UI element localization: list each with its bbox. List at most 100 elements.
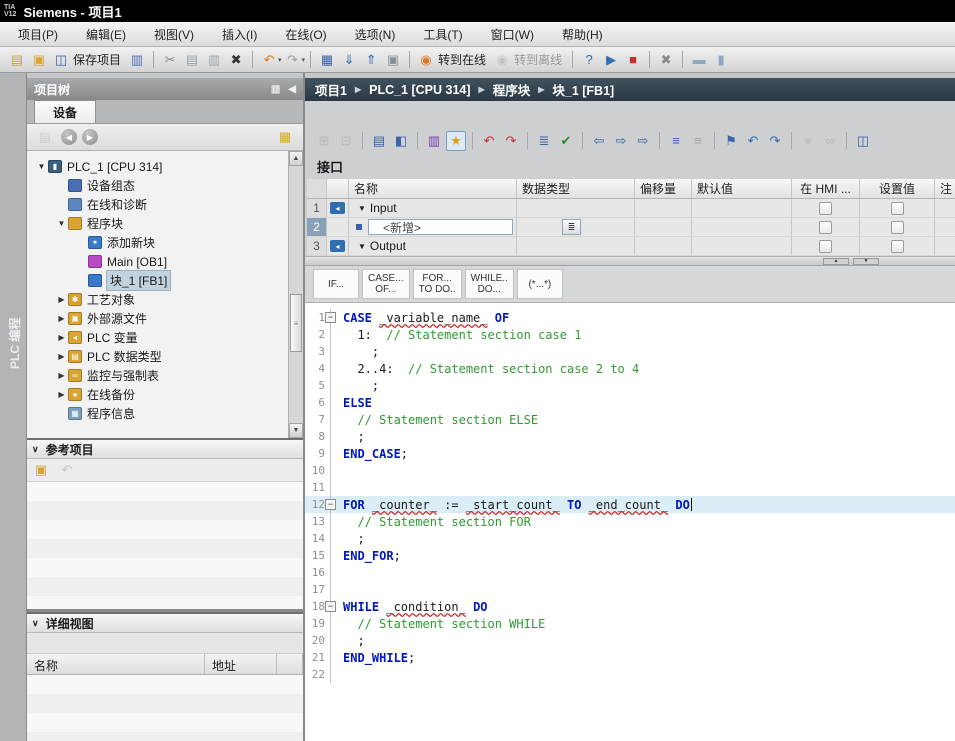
table-code-splitter[interactable]: ▲ ▼ [305, 256, 955, 266]
comment-cell[interactable] [935, 237, 955, 255]
snippet-while-button[interactable]: WHILE..DO... [465, 269, 514, 299]
delete-icon[interactable]: ✖ [226, 50, 246, 70]
tree-item[interactable]: ▦程序信息 [27, 404, 288, 423]
code-line[interactable]: 3 ; [305, 343, 955, 360]
tree-item[interactable]: ▶∞监控与强制表 [27, 366, 288, 385]
datatype-cell[interactable] [517, 237, 635, 255]
tree-item[interactable]: ✶添加新块 [27, 233, 288, 252]
code-line-body[interactable]: ; [331, 343, 955, 360]
menu-item-5[interactable]: 选项(N) [341, 22, 410, 47]
start-cpu-icon[interactable]: ▶ [601, 50, 621, 70]
code-line[interactable]: 4 2..4: // Statement section case 2 to 4 [305, 360, 955, 377]
new-project-icon[interactable]: ▤ [7, 50, 27, 70]
save-project-label[interactable]: 保存项目 [73, 51, 121, 68]
open-reference-project-icon[interactable]: ▣ [31, 460, 51, 480]
outdent-icon[interactable]: ⇦ [589, 131, 609, 151]
hmi-visible-checkbox[interactable] [819, 221, 832, 234]
save-project-icon[interactable]: ◫ [51, 50, 71, 70]
code-line-body[interactable] [331, 666, 955, 683]
expander-closed-icon[interactable]: ▶ [55, 371, 68, 380]
code-line-body[interactable]: END_CASE; [331, 445, 955, 462]
comment-off-icon[interactable]: ≡ [688, 131, 708, 151]
accessible-devices-icon[interactable]: ? [579, 50, 599, 70]
code-line-body[interactable]: ; [331, 377, 955, 394]
code-line-body[interactable]: // Statement section FOR [331, 513, 955, 530]
print-icon[interactable]: ▥ [127, 50, 147, 70]
tree-item[interactable]: ▼▮PLC_1 [CPU 314] [27, 157, 288, 176]
symbolic-representation-icon[interactable]: ▥ [424, 131, 444, 151]
fold-collapse-icon[interactable]: − [325, 312, 336, 323]
open-all-blocks-icon[interactable]: ▤ [369, 131, 389, 151]
start-runtime-icon[interactable]: ▣ [383, 50, 403, 70]
refresh-reference-icon[interactable]: ↶ [57, 460, 77, 480]
menu-item-3[interactable]: 插入(I) [208, 22, 271, 47]
fold-collapse-icon[interactable]: − [325, 601, 336, 612]
details-view-header[interactable]: ∨ 详细视图 [27, 612, 303, 633]
tree-item[interactable]: ▶●在线备份 [27, 385, 288, 404]
tree-item[interactable]: ▶◂PLC 变量 [27, 328, 288, 347]
interface-row[interactable]: 1◂▼Input [307, 199, 955, 218]
code-line[interactable]: 21END_WHILE; [305, 649, 955, 666]
menu-item-8[interactable]: 帮助(H) [548, 22, 617, 47]
setpoint-checkbox[interactable] [891, 202, 904, 215]
breadcrumb-item-2[interactable]: 程序块 [493, 80, 531, 99]
expander-closed-icon[interactable]: ▶ [55, 314, 68, 323]
menu-item-1[interactable]: 编辑(E) [72, 22, 140, 47]
code-line-body[interactable]: ; [331, 428, 955, 445]
details-column-address[interactable]: 地址 [205, 654, 277, 674]
download-to-device-icon[interactable]: ⇓ [339, 50, 359, 70]
header-cell-4[interactable]: 在 HMI ... [792, 179, 860, 198]
code-line-body[interactable]: ELSE [331, 394, 955, 411]
code-line-body[interactable]: −CASE _variable_name_ OF [331, 309, 955, 326]
go-online-icon[interactable]: ◉ [416, 50, 436, 70]
expander-closed-icon[interactable]: ▶ [55, 390, 68, 399]
split-editor-vertical-icon[interactable]: ▮ [711, 50, 731, 70]
header-cell-1[interactable]: 数据类型 [517, 179, 635, 198]
comment-cell[interactable] [935, 218, 955, 236]
code-line-body[interactable]: // Statement section ELSE [331, 411, 955, 428]
code-line[interactable]: 7 // Statement section ELSE [305, 411, 955, 428]
expander-closed-icon[interactable]: ▶ [55, 333, 68, 342]
code-line-body[interactable]: −WHILE _condition_ DO [331, 598, 955, 615]
cut-icon[interactable]: ✂ [160, 50, 180, 70]
scroll-down-button[interactable]: ▼ [289, 423, 303, 438]
hardware-network-icon[interactable]: ▦ [317, 50, 337, 70]
hmi-visible-checkbox[interactable] [819, 240, 832, 253]
code-line[interactable]: 2 1: // Statement section case 1 [305, 326, 955, 343]
code-line[interactable]: 1−CASE _variable_name_ OF [305, 309, 955, 326]
cross-references-icon[interactable]: ✖ [656, 50, 676, 70]
tree-item[interactable]: 在线和诊断 [27, 195, 288, 214]
sort-table-icon[interactable]: ▦ [275, 127, 295, 147]
code-line[interactable]: 11 [305, 479, 955, 496]
go-online-label[interactable]: 转到在线 [438, 51, 486, 68]
tree-scrollbar[interactable]: ▲ ≡ ▼ [288, 151, 303, 438]
interface-row[interactable]: 2<新增>≣ [307, 218, 955, 237]
insert-network-icon[interactable]: ⊞ [314, 131, 334, 151]
code-line[interactable]: 6ELSE [305, 394, 955, 411]
expander-closed-icon[interactable]: ▶ [55, 295, 68, 304]
tree-item[interactable]: ▶▤PLC 数据类型 [27, 347, 288, 366]
split-editor-horizontal-icon[interactable]: ▬ [689, 50, 709, 70]
know-how-protection-icon[interactable]: ● [798, 131, 818, 151]
absolute-relative-operands-icon[interactable]: ◧ [391, 131, 411, 151]
code-line[interactable]: 22 [305, 666, 955, 683]
tree-item[interactable]: Main [OB1] [27, 252, 288, 271]
snippet-for-button[interactable]: FOR...TO DO.. [413, 269, 462, 299]
offset-cell[interactable] [635, 237, 692, 255]
default-value-cell[interactable] [692, 199, 792, 217]
navigate-forward-icon[interactable]: ▶ [82, 129, 98, 145]
menu-item-2[interactable]: 视图(V) [140, 22, 208, 47]
fold-collapse-icon[interactable]: − [325, 499, 336, 510]
new-item-icon[interactable]: ▤ [35, 127, 55, 147]
code-line-body[interactable] [331, 564, 955, 581]
snippet-if-button[interactable]: IF... [313, 269, 359, 299]
tab-devices[interactable]: 设备 [34, 100, 96, 123]
indent-alt-icon[interactable]: ⇨ [633, 131, 653, 151]
code-line-body[interactable]: 1: // Statement section case 1 [331, 326, 955, 343]
header-cell-3[interactable]: 默认值 [692, 179, 792, 198]
previous-bookmark-icon[interactable]: ↶ [743, 131, 763, 151]
expander-open-icon[interactable]: ▼ [35, 162, 48, 171]
code-line-body[interactable] [331, 581, 955, 598]
code-line[interactable]: 14 ; [305, 530, 955, 547]
header-cell-0[interactable]: 名称 [349, 179, 517, 198]
